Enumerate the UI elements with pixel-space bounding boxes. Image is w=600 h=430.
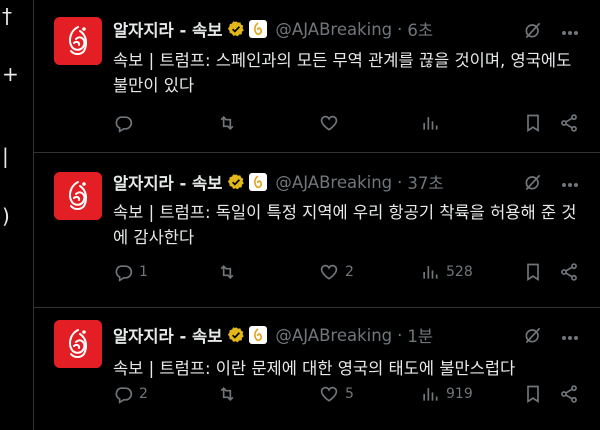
left-nav-edge: † + | ) [0, 0, 32, 430]
like-icon [320, 386, 338, 402]
like-icon [320, 115, 338, 131]
retweet-button[interactable] [217, 382, 243, 406]
separator-dot: · [397, 19, 403, 39]
bookmark-icon [527, 263, 539, 282]
timeline-feed: 알자지라 - 속보 @AJABreaking · 6초 속보 | 트럼프: 스페… [33, 0, 600, 430]
views-button[interactable] [420, 111, 446, 135]
share-button[interactable] [559, 111, 579, 135]
al-jazeera-logo [54, 172, 102, 220]
tweet-text: 속보 | 트럼프: 이란 문제에 대한 영국의 태도에 불만스럽다 [113, 359, 516, 378]
share-button[interactable] [559, 260, 579, 284]
nav-edge-glyph: | [2, 144, 9, 168]
verified-badge-icon [228, 21, 245, 37]
like-count: 5 [345, 386, 354, 402]
tweet[interactable]: 알자지라 - 속보 @AJABreaking · 1분 속보 | 트럼프: 이란… [34, 308, 600, 430]
handle[interactable]: @AJABreaking [275, 326, 392, 345]
tweet-actions [113, 111, 581, 135]
avatar[interactable] [54, 17, 102, 65]
tweet-header: 알자지라 - 속보 @AJABreaking · 1분 [113, 323, 433, 347]
timestamp[interactable]: 37초 [407, 170, 443, 194]
avatar[interactable] [54, 172, 102, 220]
like-button[interactable] [319, 111, 345, 135]
grok-icon[interactable] [523, 20, 543, 40]
share-button[interactable] [559, 382, 579, 406]
more-icon[interactable] [561, 20, 581, 40]
bookmark-button[interactable] [523, 111, 543, 135]
grok-icon[interactable] [523, 172, 543, 192]
display-name[interactable]: 알자지라 - 속보 [113, 323, 222, 347]
like-icon [320, 264, 338, 280]
affiliate-badge-icon[interactable] [249, 173, 268, 191]
timestamp[interactable]: 6초 [407, 17, 433, 41]
handle[interactable]: @AJABreaking [275, 173, 392, 192]
share-icon [561, 263, 577, 281]
retweet-icon [220, 115, 234, 131]
bookmark-button[interactable] [523, 382, 543, 406]
views-count: 528 [446, 264, 473, 280]
al-jazeera-logo [54, 17, 102, 65]
display-name[interactable]: 알자지라 - 속보 [113, 170, 222, 194]
nav-edge-glyph: ) [2, 204, 10, 228]
tweet[interactable]: 알자지라 - 속보 @AJABreaking · 6초 속보 | 트럼프: 스페… [34, 0, 600, 153]
reply-count: 2 [139, 386, 148, 402]
like-button[interactable]: 2 [319, 260, 354, 284]
affiliate-badge-icon[interactable] [249, 20, 268, 38]
retweet-icon [220, 386, 234, 402]
reply-icon [115, 265, 133, 282]
tweet-header: 알자지라 - 속보 @AJABreaking · 6초 [113, 17, 433, 41]
al-jazeera-logo [54, 320, 102, 368]
tweet-text: 속보 | 트럼프: 스페인과의 모든 무역 관계를 끊을 것이며, 영국에도 불… [113, 51, 572, 95]
retweet-icon [220, 264, 234, 280]
timestamp[interactable]: 1분 [407, 323, 433, 347]
reply-button[interactable] [113, 111, 139, 135]
views-button[interactable]: 919 [420, 382, 473, 406]
like-count: 2 [345, 264, 354, 280]
like-button[interactable]: 5 [319, 382, 354, 406]
bookmark-icon [527, 385, 539, 404]
views-button[interactable]: 528 [420, 260, 473, 284]
tweet-header: 알자지라 - 속보 @AJABreaking · 37초 [113, 170, 444, 194]
separator-dot: · [397, 172, 403, 192]
tweet-text: 속보 | 트럼프: 독일이 특정 지역에 우리 항공기 착륙을 허용해 준 것에… [113, 203, 577, 247]
verified-badge-icon [228, 327, 245, 343]
more-icon[interactable] [561, 172, 581, 192]
more-icon[interactable] [561, 325, 581, 345]
views-icon [423, 117, 438, 130]
separator-dot: · [397, 325, 403, 345]
reply-icon [115, 387, 133, 404]
bookmark-icon [527, 114, 539, 133]
reply-icon [115, 116, 133, 133]
views-count: 919 [446, 386, 473, 402]
views-icon [423, 388, 438, 401]
verified-badge-icon [228, 174, 245, 190]
nav-edge-glyph: † [2, 4, 12, 28]
tweet-actions: 1 2 528 [113, 260, 581, 284]
affiliate-badge-icon[interactable] [249, 326, 268, 344]
nav-edge-glyph: + [2, 62, 19, 86]
views-icon [423, 266, 438, 279]
bookmark-button[interactable] [523, 260, 543, 284]
retweet-button[interactable] [217, 260, 243, 284]
grok-icon[interactable] [523, 325, 543, 345]
share-icon [561, 385, 577, 403]
retweet-button[interactable] [217, 111, 243, 135]
reply-count: 1 [139, 264, 148, 280]
reply-button[interactable]: 2 [113, 382, 148, 406]
tweet[interactable]: 알자지라 - 속보 @AJABreaking · 37초 속보 | 트럼프: 독… [34, 153, 600, 308]
share-icon [561, 114, 577, 132]
reply-button[interactable]: 1 [113, 260, 148, 284]
tweet-actions: 2 5 919 [113, 382, 581, 406]
avatar[interactable] [54, 320, 102, 368]
display-name[interactable]: 알자지라 - 속보 [113, 17, 222, 41]
handle[interactable]: @AJABreaking [275, 20, 392, 39]
